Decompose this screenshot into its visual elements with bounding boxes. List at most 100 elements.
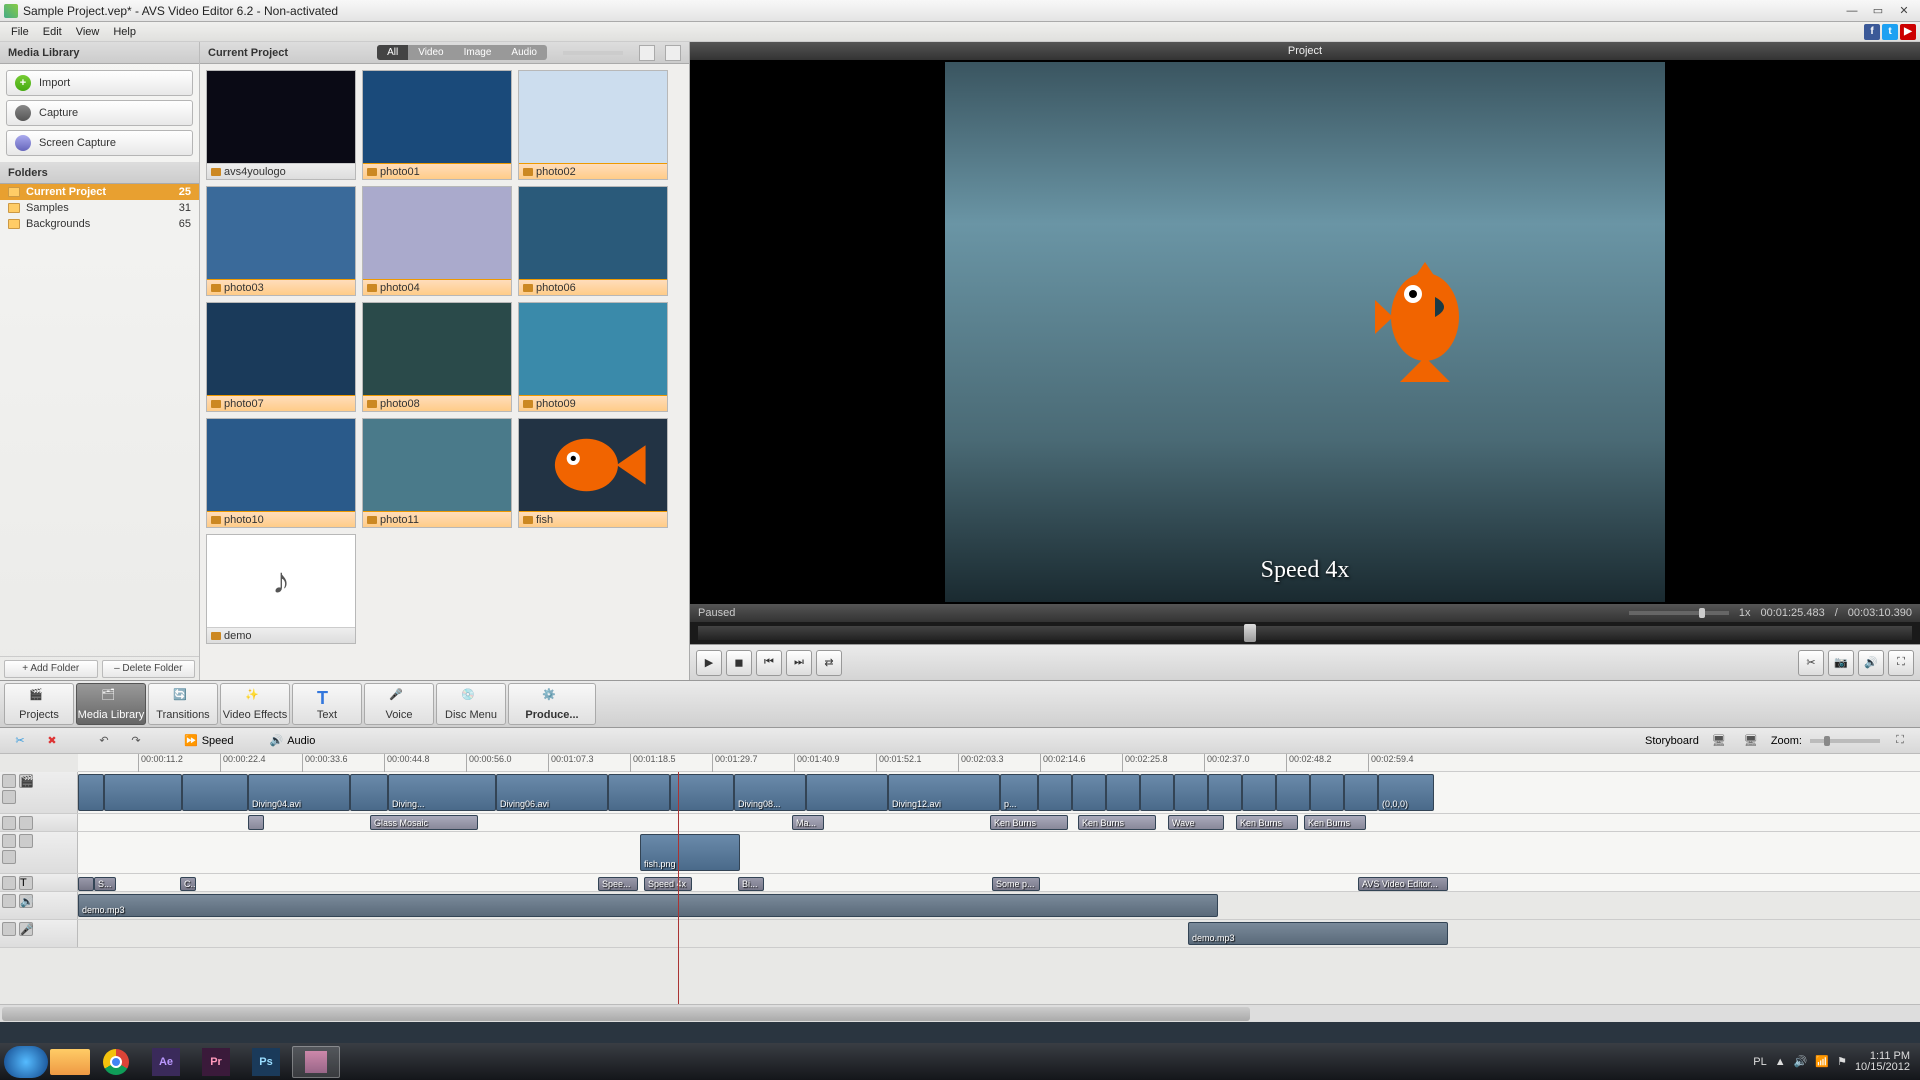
clip[interactable]: Ken Burns bbox=[1304, 815, 1366, 830]
clip[interactable] bbox=[1106, 774, 1140, 811]
import-button[interactable]: +Import bbox=[6, 70, 193, 96]
clip[interactable] bbox=[806, 774, 888, 811]
screen-capture-button[interactable]: Screen Capture bbox=[6, 130, 193, 156]
thumb-photo07[interactable]: photo07 bbox=[206, 302, 356, 412]
thumb-photo08[interactable]: photo08 bbox=[362, 302, 512, 412]
twitter-icon[interactable]: t bbox=[1882, 24, 1898, 40]
thumb-size-slider[interactable] bbox=[563, 51, 623, 55]
explorer-icon[interactable] bbox=[50, 1049, 90, 1075]
clip[interactable]: Bi... bbox=[738, 877, 764, 891]
thumb-photo01[interactable]: photo01 bbox=[362, 70, 512, 180]
premiere-icon[interactable]: Pr bbox=[192, 1046, 240, 1078]
clip[interactable]: Diving04.avi bbox=[248, 774, 350, 811]
clip[interactable] bbox=[1140, 774, 1174, 811]
thumb-photo11[interactable]: photo11 bbox=[362, 418, 512, 528]
track-mute-icon[interactable] bbox=[2, 790, 16, 804]
play-button[interactable]: ▶ bbox=[696, 650, 722, 676]
after-effects-icon[interactable]: Ae bbox=[142, 1046, 190, 1078]
tab-video[interactable]: Video bbox=[408, 45, 453, 60]
snapshot-button[interactable]: 📷 bbox=[1828, 650, 1854, 676]
folder-backgrounds[interactable]: Backgrounds65 bbox=[0, 216, 199, 232]
clip[interactable] bbox=[1174, 774, 1208, 811]
clip[interactable]: Ma... bbox=[792, 815, 824, 830]
menu-file[interactable]: File bbox=[4, 26, 36, 38]
tab-audio[interactable]: Audio bbox=[501, 45, 547, 60]
capture-button[interactable]: Capture bbox=[6, 100, 193, 126]
stop-button[interactable]: ◼ bbox=[726, 650, 752, 676]
library-close-button[interactable] bbox=[665, 45, 681, 61]
clip[interactable]: Wave bbox=[1168, 815, 1224, 830]
menu-edit[interactable]: Edit bbox=[36, 26, 69, 38]
folder-samples[interactable]: Samples31 bbox=[0, 200, 199, 216]
folder-current-project[interactable]: Current Project25 bbox=[0, 184, 199, 200]
menu-help[interactable]: Help bbox=[106, 26, 143, 38]
clip[interactable]: Some p... bbox=[992, 877, 1040, 891]
menu-view[interactable]: View bbox=[69, 26, 107, 38]
view-1-icon[interactable]: 🖥 bbox=[1707, 731, 1731, 751]
clip[interactable]: Diving06.avi bbox=[496, 774, 608, 811]
tab-all[interactable]: All bbox=[377, 45, 408, 60]
delete-folder-button[interactable]: – Delete Folder bbox=[102, 660, 196, 678]
track-video-body[interactable]: Diving04.aviDiving...Diving06.aviDiving0… bbox=[78, 772, 1920, 813]
thumb-photo02[interactable]: photo02 bbox=[518, 70, 668, 180]
volume-button[interactable]: 🔊 bbox=[1858, 650, 1884, 676]
clip[interactable]: p... bbox=[1000, 774, 1038, 811]
clip[interactable] bbox=[78, 877, 94, 891]
track-visible-icon[interactable] bbox=[2, 834, 16, 848]
clip[interactable]: Ken Burns bbox=[1078, 815, 1156, 830]
tray-flag-icon[interactable]: ▲ bbox=[1775, 1056, 1786, 1068]
minimize-icon[interactable]: — bbox=[1840, 3, 1864, 19]
storyboard-toggle[interactable]: Storyboard bbox=[1645, 735, 1699, 747]
track-visible-icon[interactable] bbox=[2, 774, 16, 788]
track-audio1-body[interactable]: demo.mp3 bbox=[78, 892, 1920, 919]
clip[interactable] bbox=[1038, 774, 1072, 811]
scrollbar-thumb[interactable] bbox=[2, 1007, 1250, 1021]
clip[interactable] bbox=[1344, 774, 1378, 811]
track-visible-icon[interactable] bbox=[2, 894, 16, 908]
speed-button[interactable]: ⏩Speed bbox=[184, 734, 234, 747]
clip[interactable]: S... bbox=[94, 877, 116, 891]
scrub-bar[interactable] bbox=[698, 626, 1912, 640]
prev-button[interactable]: ⏮ bbox=[756, 650, 782, 676]
clip[interactable] bbox=[104, 774, 182, 811]
module-media-library[interactable]: 🗂Media Library bbox=[76, 683, 146, 725]
module-projects[interactable]: 🎬Projects bbox=[4, 683, 74, 725]
thumb-photo03[interactable]: photo03 bbox=[206, 186, 356, 296]
youtube-icon[interactable]: ▶ bbox=[1900, 24, 1916, 40]
tray-clock[interactable]: 1:11 PM 10/15/2012 bbox=[1855, 1051, 1910, 1073]
clip[interactable] bbox=[1276, 774, 1310, 811]
clip[interactable]: demo.mp3 bbox=[78, 894, 1218, 917]
clip[interactable]: Spee... bbox=[598, 877, 638, 891]
clip[interactable]: Diving08... bbox=[734, 774, 806, 811]
module-produce[interactable]: ⚙️Produce... bbox=[508, 683, 596, 725]
cut-button[interactable]: ✂ bbox=[8, 731, 32, 751]
track-fx-body[interactable]: Glass Mosaic Ma... Ken Burns Ken Burns Wave K… bbox=[78, 814, 1920, 831]
thumb-demo[interactable]: ♪demo bbox=[206, 534, 356, 644]
loop-button[interactable]: ⇄ bbox=[816, 650, 842, 676]
start-button[interactable] bbox=[4, 1046, 48, 1078]
thumb-avs4youlogo[interactable]: avs4youlogo bbox=[206, 70, 356, 180]
thumb-photo06[interactable]: photo06 bbox=[518, 186, 668, 296]
preview-zoom-slider[interactable] bbox=[1629, 611, 1729, 615]
tray-network-icon[interactable]: 📶 bbox=[1815, 1055, 1829, 1068]
timeline-scrollbar[interactable] bbox=[0, 1004, 1920, 1022]
module-transitions[interactable]: 🔄Transitions bbox=[148, 683, 218, 725]
clip[interactable]: AVS Video Editor... bbox=[1358, 877, 1448, 891]
clip[interactable]: Ken Burns bbox=[990, 815, 1068, 830]
undo-button[interactable]: ↶ bbox=[92, 731, 116, 751]
clip[interactable]: Glass Mosaic bbox=[370, 815, 478, 830]
clip[interactable]: C... bbox=[180, 877, 196, 891]
library-view-button[interactable] bbox=[639, 45, 655, 61]
track-mute-icon[interactable] bbox=[2, 850, 16, 864]
track-visible-icon[interactable] bbox=[2, 816, 16, 830]
track-audio2-body[interactable]: demo.mp3 bbox=[78, 920, 1920, 947]
clip[interactable] bbox=[182, 774, 248, 811]
clip[interactable] bbox=[1072, 774, 1106, 811]
redo-button[interactable]: ↷ bbox=[124, 731, 148, 751]
photoshop-icon[interactable]: Ps bbox=[242, 1046, 290, 1078]
delete-button[interactable]: ✖ bbox=[40, 731, 64, 751]
module-disc-menu[interactable]: 💿Disc Menu bbox=[436, 683, 506, 725]
clip[interactable] bbox=[1310, 774, 1344, 811]
tray-volume-icon[interactable]: 🔊 bbox=[1794, 1055, 1808, 1068]
next-button[interactable]: ⏭ bbox=[786, 650, 812, 676]
